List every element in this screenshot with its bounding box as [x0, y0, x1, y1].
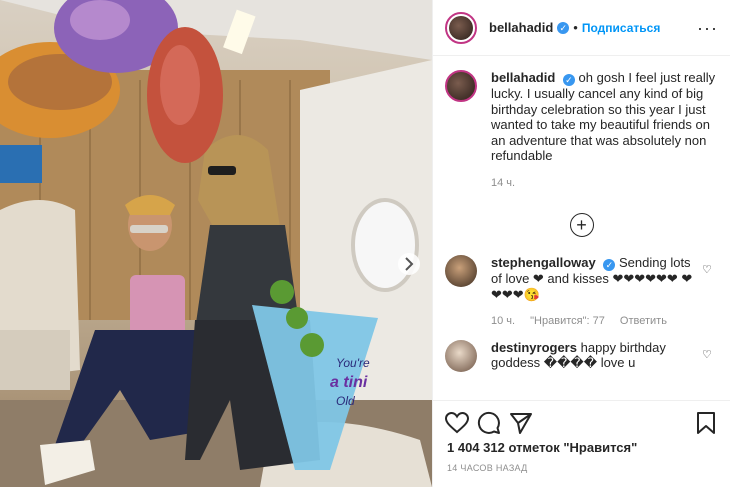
post-sidebar: bellahadid ✓ • Подписаться ··· bellahadi…: [432, 0, 730, 487]
reply-button[interactable]: Ответить: [620, 315, 667, 327]
avatar[interactable]: [445, 339, 477, 372]
balloon-text-2: a tini: [330, 374, 368, 391]
bookmark-icon[interactable]: [690, 407, 722, 439]
caption-username[interactable]: bellahadid: [491, 70, 555, 85]
heart-icon[interactable]: ♡: [702, 263, 718, 330]
balloon-text-3: Old: [336, 394, 355, 408]
post-header: bellahadid ✓ • Подписаться ···: [433, 0, 730, 56]
author-username[interactable]: bellahadid: [489, 20, 553, 35]
comment-item: stephengalloway ✓ Sending lots of love ❤…: [445, 255, 718, 330]
caption: bellahadid ✓ oh gosh I feel just really …: [445, 70, 718, 191]
separator-dot: •: [573, 20, 578, 35]
caption-time[interactable]: 14 ч.: [491, 177, 515, 189]
follow-button[interactable]: Подписаться: [582, 21, 660, 35]
comment-meta: 10 ч. "Нравится": 77 Ответить: [491, 314, 702, 330]
comment-username[interactable]: destinyrogers: [491, 340, 577, 355]
comment-time[interactable]: 10 ч.: [491, 315, 515, 327]
heart-icon[interactable]: ♡: [702, 348, 718, 372]
comment-likes[interactable]: "Нравится": 77: [530, 315, 605, 327]
comments-list[interactable]: bellahadid ✓ oh gosh I feel just really …: [433, 56, 730, 399]
avatar[interactable]: [445, 70, 477, 102]
caption-meta: 14 ч.: [491, 176, 718, 192]
likes-count[interactable]: 1 404 312 отметок "Нравится": [447, 440, 637, 455]
heart-icon[interactable]: [441, 407, 473, 439]
verified-icon: ✓: [603, 259, 616, 271]
next-photo-button[interactable]: [398, 253, 420, 275]
comment-username[interactable]: stephengalloway: [491, 255, 596, 270]
verified-icon: ✓: [557, 21, 570, 34]
avatar[interactable]: [445, 255, 477, 287]
more-icon[interactable]: ···: [697, 19, 718, 37]
post-photo-scene: You're a tini Old: [0, 0, 432, 487]
plus-circle-icon[interactable]: +: [569, 213, 594, 237]
action-bar: [433, 400, 730, 444]
avatar[interactable]: [445, 11, 477, 44]
comment-item: destinyrogers happy birthday goddess ���…: [445, 339, 718, 372]
post-timestamp: 14 ЧАСОВ НАЗАД: [447, 463, 528, 473]
comment-icon[interactable]: [473, 407, 505, 439]
share-icon[interactable]: [505, 407, 537, 439]
post-photo[interactable]: You're a tini Old: [0, 0, 432, 487]
balloon-text-1: You're: [336, 356, 370, 370]
verified-icon: ✓: [562, 74, 575, 86]
